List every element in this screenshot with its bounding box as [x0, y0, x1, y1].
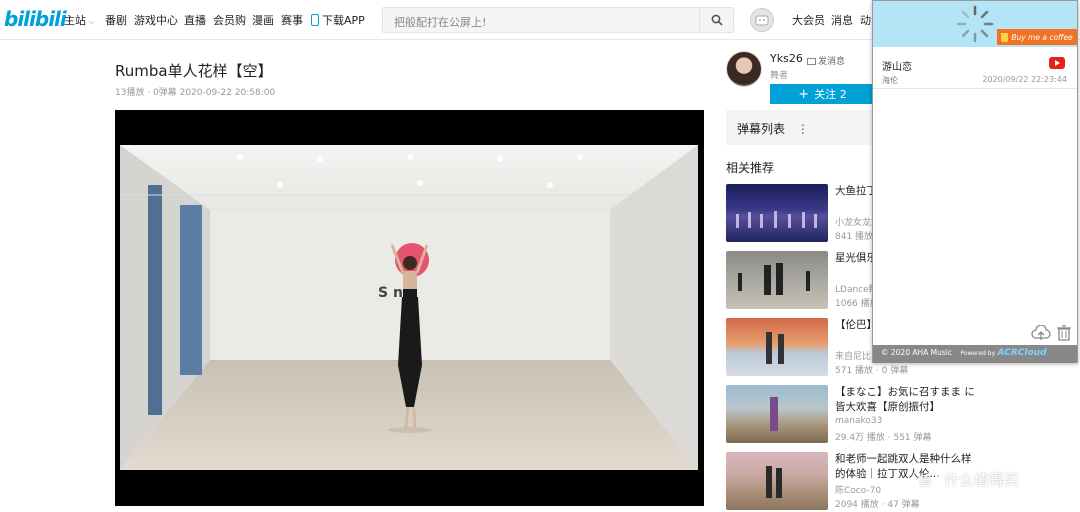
dance-studio-scene: S nk [120, 145, 698, 470]
rec-stats: 29.4万 播放 · 551 弹幕 [835, 433, 932, 443]
search-icon [711, 14, 723, 26]
buy-me-coffee-label: Buy me a coffee [1011, 32, 1073, 42]
follow-button[interactable]: + 关注 2 [770, 84, 875, 104]
popup-header: Buy me a coffee [873, 1, 1077, 47]
search-box[interactable]: 把般配打在公屏上! [382, 7, 734, 33]
rec-title[interactable]: 【まなこ】お気に召すまま に 皆大欢喜【原创振付】 [835, 385, 975, 415]
youtube-icon[interactable] [1049, 57, 1065, 69]
follow-label: 关注 2 [814, 88, 847, 101]
loading-spinner-icon [956, 5, 994, 43]
dance-video-image [770, 397, 778, 431]
nav-member-shop[interactable]: 会员购 [213, 12, 246, 28]
rec-stats: 2094 播放 · 47 弹幕 [835, 500, 920, 510]
danmaku-list-label: 弹幕列表 [737, 122, 786, 136]
video-title: Rumba单人花样【空】 [115, 62, 273, 80]
powered-by-label: Powered by [960, 350, 996, 357]
rec-uploader[interactable]: 来自尼比 [835, 349, 871, 362]
nav-download-app[interactable]: 下载APP [311, 12, 365, 28]
ballroom-couple-image [738, 263, 810, 295]
nav-bangumi[interactable]: 番剧 [105, 12, 127, 28]
copyright-text: © 2020 AHA Music [881, 348, 952, 357]
send-message-link[interactable]: 发消息 [807, 54, 845, 67]
rec-thumbnail[interactable] [726, 452, 828, 510]
user-avatar[interactable] [750, 8, 774, 32]
stage-dancers-image [736, 211, 817, 228]
rec-stats: 571 播放 · 0 弹幕 [835, 366, 909, 376]
uploader-name[interactable]: Yks26 [770, 52, 803, 65]
bilibili-logo[interactable]: bilibili [4, 7, 67, 31]
video-meta: 13播放 · 0弹幕 2020-09-22 20:58:00 [115, 88, 276, 98]
latin-dancers-image [766, 332, 784, 364]
rec-thumbnail[interactable] [726, 251, 828, 309]
watermark: 值 什么值得买 [912, 466, 1019, 492]
rec-thumbnail[interactable] [726, 385, 828, 443]
envelope-icon [807, 58, 816, 65]
song-title[interactable]: 游山恋 [882, 58, 912, 73]
nav-messages[interactable]: 消息 [831, 12, 853, 28]
recommendations-heading: 相关推荐 [726, 161, 775, 175]
video-frame[interactable]: S nk [120, 145, 698, 470]
nav-main[interactable]: 主站 ⌵ [64, 12, 95, 28]
buy-me-coffee-button[interactable]: Buy me a coffee [997, 29, 1077, 45]
download-app-label: 下载APP [322, 14, 365, 27]
nav-vip[interactable]: 大会员 [792, 12, 825, 28]
phone-icon [311, 14, 319, 26]
rec-uploader[interactable]: manako33 [835, 416, 882, 426]
nav-live[interactable]: 直播 [184, 12, 206, 28]
send-message-label: 发消息 [818, 57, 846, 67]
more-vertical-icon[interactable]: ⋮ [797, 122, 809, 136]
acrcloud-logo[interactable]: ACRCloud [998, 348, 1047, 358]
coffee-cup-icon [1001, 32, 1009, 42]
rec-item[interactable]: 和老师一起跳双人是种什么样的体验｜拉丁双人伦... 陈Coco-70 2094 … [726, 452, 1080, 512]
rec-stats: 841 播放 [835, 232, 874, 242]
rec-thumbnail[interactable] [726, 184, 828, 242]
aha-music-popup: Buy me a coffee 游山恋 海伦 2020/09/22 22:23:… [872, 0, 1078, 363]
danmaku-list-toggle[interactable]: 弹幕列表 ⋮ [726, 110, 876, 145]
search-input[interactable]: 把般配打在公屏上! [394, 14, 486, 30]
cloud-upload-icon[interactable] [1031, 325, 1051, 341]
video-player[interactable]: S nk [115, 110, 704, 506]
popup-footer: © 2020 AHA Music Powered by ACRCloud [873, 345, 1077, 363]
song-artist: 海伦 [882, 76, 898, 85]
nav-dynamics[interactable]: 动 [860, 12, 871, 28]
nav-game-center[interactable]: 游戏中心 [134, 12, 178, 28]
search-button[interactable] [699, 8, 733, 32]
watermark-text: 什么值得买 [944, 470, 1020, 489]
nav-comics[interactable]: 漫画 [252, 12, 274, 28]
nav-esports[interactable]: 赛事 [281, 12, 303, 28]
uploader-role: 舞者 [770, 71, 789, 81]
zhi-logo-icon: 值 [912, 466, 938, 492]
chevron-down-icon: ⌵ [86, 17, 95, 26]
rec-thumbnail[interactable] [726, 318, 828, 376]
recognition-time: 2020/09/22 22:23:44 [982, 75, 1067, 84]
tv-mascot-icon [755, 15, 769, 26]
divider [873, 88, 1077, 89]
plus-icon: + [798, 86, 810, 102]
couple-dance-image [766, 466, 782, 498]
uploader-avatar[interactable] [726, 51, 762, 87]
nav-main-label: 主站 [64, 14, 86, 27]
trash-icon[interactable] [1057, 325, 1071, 341]
rec-item[interactable]: 【まなこ】お気に召すまま に 皆大欢喜【原创振付】 manako33 29.4万… [726, 385, 1080, 445]
rec-uploader[interactable]: 陈Coco-70 [835, 483, 881, 496]
